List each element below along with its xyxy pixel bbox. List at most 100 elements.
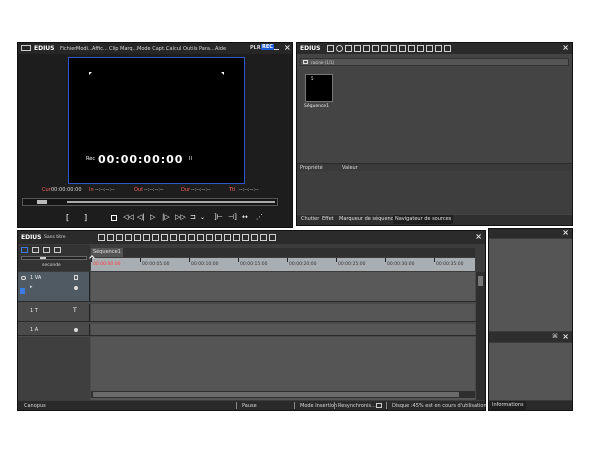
menu-calcul[interactable]: Calcul: [166, 46, 181, 52]
status-insert-mode[interactable]: Mode Insertion: [300, 403, 337, 409]
menu-marqueur[interactable]: Marq...: [120, 46, 137, 52]
track-tool-icon-1[interactable]: [21, 247, 28, 253]
audio-mute-icon[interactable]: [74, 328, 78, 332]
tab-informations[interactable]: Informations: [490, 401, 526, 410]
track-tool-icon-4[interactable]: [54, 247, 61, 253]
mode-plr-button[interactable]: PLR: [250, 45, 261, 51]
menu-clip[interactable]: Clip: [109, 46, 118, 52]
cut-icon[interactable]: [381, 45, 388, 52]
track-tool-icon-2[interactable]: [32, 247, 39, 253]
overwrite-icon[interactable]: ⊣]: [228, 213, 237, 221]
menu-fichier[interactable]: Fichier: [60, 46, 76, 52]
vertical-scrollbar[interactable]: [476, 272, 485, 400]
sync-icon[interactable]: [376, 403, 382, 408]
delete-icon[interactable]: [417, 45, 424, 52]
menu-outils[interactable]: Outils: [183, 46, 197, 52]
insert-icon[interactable]: ]⊢: [214, 213, 223, 221]
group-icon[interactable]: [224, 234, 231, 241]
view-icon[interactable]: [426, 45, 433, 52]
grid-icon[interactable]: [435, 45, 442, 52]
snap-icon[interactable]: [215, 234, 222, 241]
rewind-icon[interactable]: ◁◁: [123, 213, 134, 221]
marker-icon[interactable]: [197, 234, 204, 241]
zoom-handle[interactable]: [40, 257, 46, 259]
menu-arrow-icon[interactable]: ⌄: [200, 214, 205, 221]
open-icon[interactable]: [107, 234, 114, 241]
patch-v-icon[interactable]: [20, 288, 25, 294]
info-mid-close-icon[interactable]: ×: [562, 333, 569, 341]
vscroll-thumb[interactable]: [478, 276, 483, 286]
zoom-slider[interactable]: [21, 256, 87, 260]
menu-afficher[interactable]: Affic...: [92, 46, 108, 52]
set-in-icon[interactable]: [: [66, 213, 69, 222]
tab-effet[interactable]: Effet: [320, 215, 336, 224]
tab-chutier[interactable]: Chutier: [299, 215, 321, 224]
title-tl-icon[interactable]: [233, 234, 240, 241]
delete-tl-icon[interactable]: [179, 234, 186, 241]
seek-handle[interactable]: [37, 200, 47, 204]
tab-sequence1[interactable]: Séquence1: [91, 248, 123, 257]
bin-tool-icons[interactable]: [327, 45, 487, 52]
track-tool-icon-3[interactable]: [43, 247, 50, 253]
eye-icon[interactable]: [21, 276, 26, 280]
tab-navigateur-sources[interactable]: Navigateur de sources: [393, 215, 454, 224]
render-icon[interactable]: [242, 234, 249, 241]
scroll-unit-label[interactable]: seconde: [42, 263, 61, 268]
replace-icon[interactable]: ↔: [242, 213, 248, 221]
razor-icon[interactable]: [188, 234, 195, 241]
time-ruler[interactable]: 00:00:00:00 00:00:05:00 00:00:10:00 00:0…: [91, 258, 475, 271]
set-out-icon[interactable]: ]: [84, 213, 87, 222]
close-icon[interactable]: ×: [284, 44, 291, 52]
step-forward-icon[interactable]: |▷: [162, 213, 170, 221]
up-icon[interactable]: [345, 45, 352, 52]
copy-tl-icon[interactable]: [152, 234, 159, 241]
fast-forward-icon[interactable]: ▷▷: [175, 213, 186, 221]
play-icon[interactable]: ▷: [150, 213, 155, 221]
mode-rec-button[interactable]: REC: [261, 44, 274, 50]
video-link-icon[interactable]: [74, 275, 78, 280]
bin-close-icon[interactable]: ×: [562, 44, 569, 52]
link-icon[interactable]: [206, 234, 213, 241]
timeline-close-icon[interactable]: ×: [475, 233, 482, 241]
loop-icon[interactable]: ⊐: [190, 213, 196, 221]
new-sequence-icon[interactable]: [98, 234, 105, 241]
audio-enable-icon[interactable]: [74, 286, 78, 290]
menu-modifier[interactable]: Modi...: [76, 46, 93, 52]
search-icon[interactable]: [336, 45, 343, 52]
folder-icon[interactable]: [327, 45, 334, 52]
new-icon[interactable]: [354, 45, 361, 52]
title-icon[interactable]: [363, 45, 370, 52]
stop-icon[interactable]: [111, 215, 117, 221]
cut-tl-icon[interactable]: [143, 234, 150, 241]
menu-aide[interactable]: Aide: [215, 46, 226, 52]
clip-thumbnail[interactable]: 5: [305, 74, 333, 102]
menu-mode-capture[interactable]: Mode Capt...: [137, 46, 169, 52]
paste-icon[interactable]: [399, 45, 406, 52]
capture-icon[interactable]: [372, 45, 379, 52]
timeline-tool-icons[interactable]: [98, 234, 398, 242]
redo-icon[interactable]: [134, 234, 141, 241]
split-icon[interactable]: ⋰: [256, 213, 263, 221]
undo-icon[interactable]: [125, 234, 132, 241]
paste-tl-icon[interactable]: [161, 234, 168, 241]
step-back-icon[interactable]: ◁|: [137, 213, 145, 221]
clip-label[interactable]: Séquence1: [304, 104, 329, 109]
menu-parametres[interactable]: Para...: [199, 46, 215, 52]
sort-icon[interactable]: [444, 45, 451, 52]
minimize-icon[interactable]: [274, 49, 279, 50]
status-sync[interactable]: Resynchronis...: [338, 403, 376, 409]
horizontal-scrollbar[interactable]: [91, 391, 475, 398]
hscroll-thumb[interactable]: [93, 392, 459, 397]
ripple-icon[interactable]: [170, 234, 177, 241]
pin-icon[interactable]: ⌘: [552, 333, 558, 340]
tracks-icon[interactable]: [260, 234, 267, 241]
title-track-icon[interactable]: T: [73, 307, 77, 314]
seek-slider[interactable]: [22, 198, 278, 206]
layout-icon[interactable]: [269, 234, 276, 241]
expand-icon[interactable]: ▸: [30, 284, 33, 290]
save-icon[interactable]: [116, 234, 123, 241]
audio-mixer-icon[interactable]: [251, 234, 258, 241]
copy-icon[interactable]: [390, 45, 397, 52]
tab-marqueur-sequence[interactable]: Marqueur de séquence: [337, 215, 399, 224]
properties-icon[interactable]: [408, 45, 415, 52]
